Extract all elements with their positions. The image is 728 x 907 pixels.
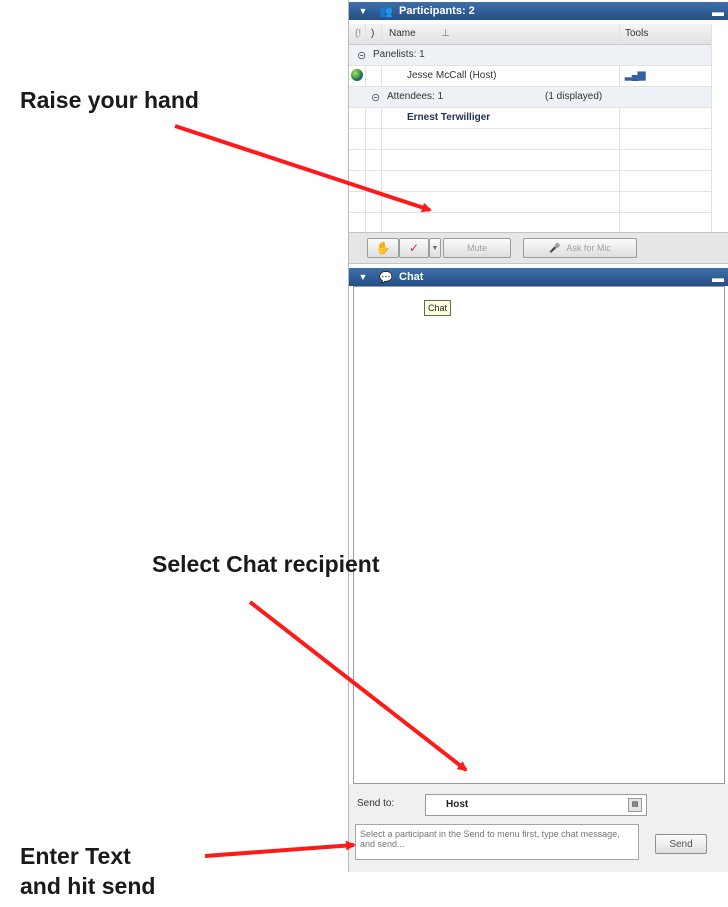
select-recipient-arrow [248, 600, 468, 772]
enter-text-arrow [204, 840, 356, 858]
raise-hand-arrow [174, 124, 432, 213]
annotation-arrows [174, 124, 468, 858]
